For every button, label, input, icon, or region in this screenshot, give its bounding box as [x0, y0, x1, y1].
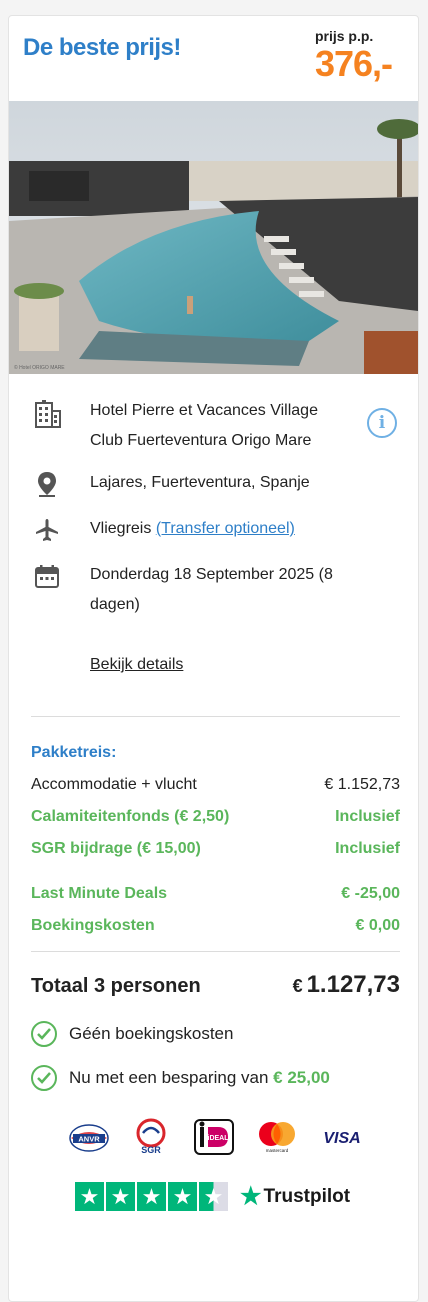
trustpilot-stars: ★ ★ ★ ★ ★: [75, 1182, 230, 1211]
package-title: Pakketreis:: [31, 744, 117, 761]
travel-type-label: Vliegreis: [90, 520, 152, 537]
no-fees-benefit: Géén boekingskosten: [31, 1021, 233, 1047]
check-icon: [31, 1065, 57, 1091]
divider-bottom: [31, 951, 400, 952]
line-label: Boekingskosten: [31, 917, 155, 934]
details-link-row: Bekijk details: [9, 650, 418, 690]
location-row: Lajares, Fuerteventura, Spanje: [9, 468, 418, 514]
savings-text: Nu met een besparing van: [69, 1068, 269, 1087]
best-price-title: De beste prijs!: [23, 34, 181, 61]
visa-logo: VISA: [323, 1130, 360, 1147]
trustpilot-rating[interactable]: ★ ★ ★ ★ ★ ★ Trustpilot: [75, 1182, 350, 1211]
no-fees-text: Géén boekingskosten: [69, 1024, 234, 1043]
savings-amount: € 25,00: [273, 1068, 330, 1087]
sgr-text: SGR: [141, 1145, 161, 1155]
date-row: Donderdag 18 September 2025 (8 dagen): [9, 560, 418, 650]
price-label: prijs p.p.: [314, 28, 374, 44]
hotel-photo[interactable]: © Hotel ORIGO MARE: [9, 101, 418, 374]
total-label: Totaal 3 personen: [31, 975, 201, 997]
total-currency: €: [292, 976, 303, 996]
line-booking-costs: Boekingskosten € 0,00: [31, 917, 400, 935]
line-value: Inclusief: [335, 840, 400, 857]
trustpilot-star-icon: ★: [240, 1183, 262, 1210]
card-header: De beste prijs! prijs p.p. 376,-: [9, 16, 418, 101]
star-icon: ★: [137, 1182, 166, 1211]
anvr-logo: ANVR: [69, 1124, 109, 1152]
view-details-link[interactable]: Bekijk details: [90, 650, 183, 680]
line-label: Last Minute Deals: [31, 885, 168, 902]
divider-top: [31, 716, 400, 717]
trustpilot-logo: ★ Trustpilot: [240, 1182, 350, 1211]
line-label: Accommodatie + vlucht: [31, 776, 197, 793]
star-icon: ★: [106, 1182, 135, 1211]
line-last-minute: Last Minute Deals € -25,00: [31, 885, 400, 903]
travel-type-row: Vliegreis (Transfer optioneel): [9, 514, 418, 560]
check-icon: [31, 1021, 57, 1047]
visa-text: VISA: [323, 1130, 360, 1147]
total-value: €1.127,73: [293, 971, 400, 999]
hotel-details: Hotel Pierre et Vacances Village Club Fu…: [9, 396, 418, 690]
travel-date: Donderdag 18 September 2025 (8 dagen): [90, 566, 333, 613]
ideal-text: iDEAL: [207, 1135, 229, 1142]
location-text: Lajares, Fuerteventura, Spanje: [90, 474, 310, 491]
line-value: € 1.152,73: [324, 776, 400, 793]
total-row: Totaal 3 personen €1.127,73: [31, 971, 400, 999]
line-value: Inclusief: [335, 808, 400, 825]
price-box: prijs p.p. 376,-: [314, 28, 393, 84]
line-value: € -25,00: [341, 885, 400, 902]
anvr-text: ANVR: [78, 1135, 100, 1144]
line-accommodation: Accommodatie + vlucht € 1.152,73: [31, 776, 400, 794]
half-star-icon: ★: [199, 1182, 228, 1211]
trustpilot-name: Trustpilot: [263, 1185, 351, 1207]
travel-type: Vliegreis (Transfer optioneel): [90, 514, 295, 544]
info-icon[interactable]: i: [367, 408, 397, 438]
payment-logos: ANVR SGR iDEAL mastercard VISA: [69, 1117, 364, 1157]
photo-credit: © Hotel ORIGO MARE: [14, 364, 65, 371]
line-label: Calamiteitenfonds (€ 2,50): [31, 808, 230, 825]
hotel-name: Hotel Pierre et Vacances Village Club Fu…: [90, 402, 318, 449]
deal-card: De beste prijs! prijs p.p. 376,- © Hotel…: [8, 15, 419, 1302]
ideal-logo: iDEAL: [193, 1119, 234, 1155]
total-amount: 1.127,73: [306, 971, 400, 998]
mastercard-logo: mastercard: [258, 1122, 295, 1153]
line-sgr: SGR bijdrage (€ 15,00) Inclusief: [31, 840, 400, 858]
line-value: € 0,00: [355, 917, 400, 934]
airplane-icon: [31, 514, 63, 546]
transfer-optional-link[interactable]: (Transfer optioneel): [156, 520, 295, 537]
hotel-name-row: Hotel Pierre et Vacances Village Club Fu…: [9, 396, 418, 466]
line-calamity-fund: Calamiteitenfonds (€ 2,50) Inclusief: [31, 808, 400, 826]
building-icon: [31, 398, 63, 430]
savings-benefit: Nu met een besparing van € 25,00: [31, 1065, 330, 1091]
mastercard-text: mastercard: [265, 1148, 288, 1153]
location-pin-icon: [31, 468, 63, 500]
sgr-logo: SGR: [136, 1118, 166, 1155]
star-icon: ★: [168, 1182, 197, 1211]
calendar-icon: [31, 560, 63, 592]
star-icon: ★: [75, 1182, 104, 1211]
price-value: 376,-: [314, 43, 393, 84]
line-label: SGR bijdrage (€ 15,00): [31, 840, 201, 857]
